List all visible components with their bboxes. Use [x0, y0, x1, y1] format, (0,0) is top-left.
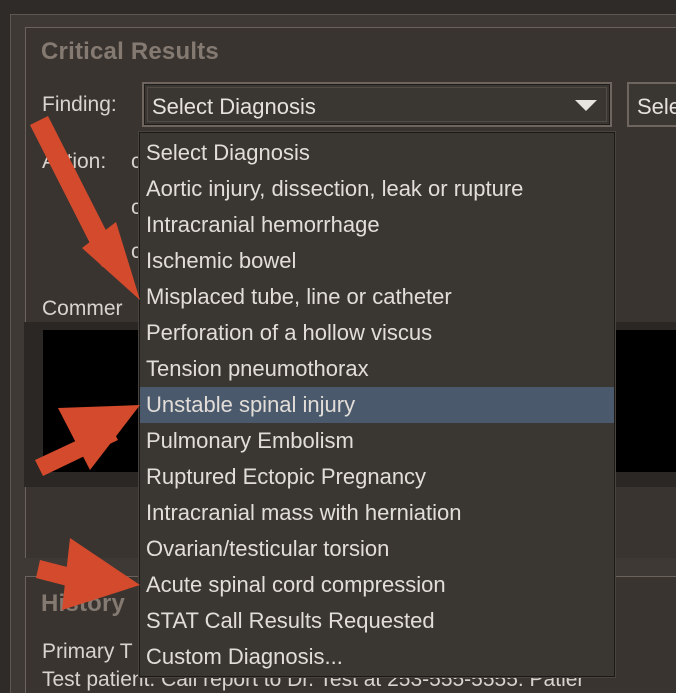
option-stat-call-results[interactable]: STAT Call Results Requested	[140, 603, 614, 639]
option-misplaced-tube[interactable]: Misplaced tube, line or catheter	[140, 279, 614, 315]
comment-label: Commer	[42, 297, 123, 320]
option-tension-pneumothorax[interactable]: Tension pneumothorax	[140, 351, 614, 387]
finding-select[interactable]: Select Diagnosis	[142, 82, 612, 127]
option-intracranial-mass-herniation[interactable]: Intracranial mass with herniation	[140, 495, 614, 531]
secondary-select[interactable]: Sele	[627, 82, 676, 127]
action-label: Action:	[42, 150, 107, 173]
option-select-diagnosis[interactable]: Select Diagnosis	[140, 135, 614, 171]
option-ischemic-bowel[interactable]: Ischemic bowel	[140, 243, 614, 279]
finding-label: Finding:	[42, 93, 117, 116]
app-frame: Critical Results Finding: Select Diagnos…	[0, 0, 676, 693]
critical-results-title: Critical Results	[41, 38, 219, 65]
option-ruptured-ectopic-pregnancy[interactable]: Ruptured Ectopic Pregnancy	[140, 459, 614, 495]
finding-select-value: Select Diagnosis	[152, 94, 316, 119]
option-unstable-spinal-injury[interactable]: Unstable spinal injury	[140, 387, 614, 423]
option-pulmonary-embolism[interactable]: Pulmonary Embolism	[140, 423, 614, 459]
option-custom-diagnosis[interactable]: Custom Diagnosis...	[140, 639, 614, 675]
secondary-select-value: Sele	[637, 94, 676, 119]
option-perforation-hollow-viscus[interactable]: Perforation of a hollow viscus	[140, 315, 614, 351]
option-aortic-injury[interactable]: Aortic injury, dissection, leak or ruptu…	[140, 171, 614, 207]
chevron-down-icon[interactable]	[575, 100, 597, 111]
history-title: History	[41, 590, 126, 617]
option-intracranial-hemorrhage[interactable]: Intracranial hemorrhage	[140, 207, 614, 243]
diagnosis-dropdown-list[interactable]: Select Diagnosis Aortic injury, dissecti…	[139, 132, 615, 677]
option-acute-spinal-cord-compression[interactable]: Acute spinal cord compression	[140, 567, 614, 603]
option-ovarian-testicular-torsion[interactable]: Ovarian/testicular torsion	[140, 531, 614, 567]
primary-label: Primary T	[42, 640, 133, 663]
